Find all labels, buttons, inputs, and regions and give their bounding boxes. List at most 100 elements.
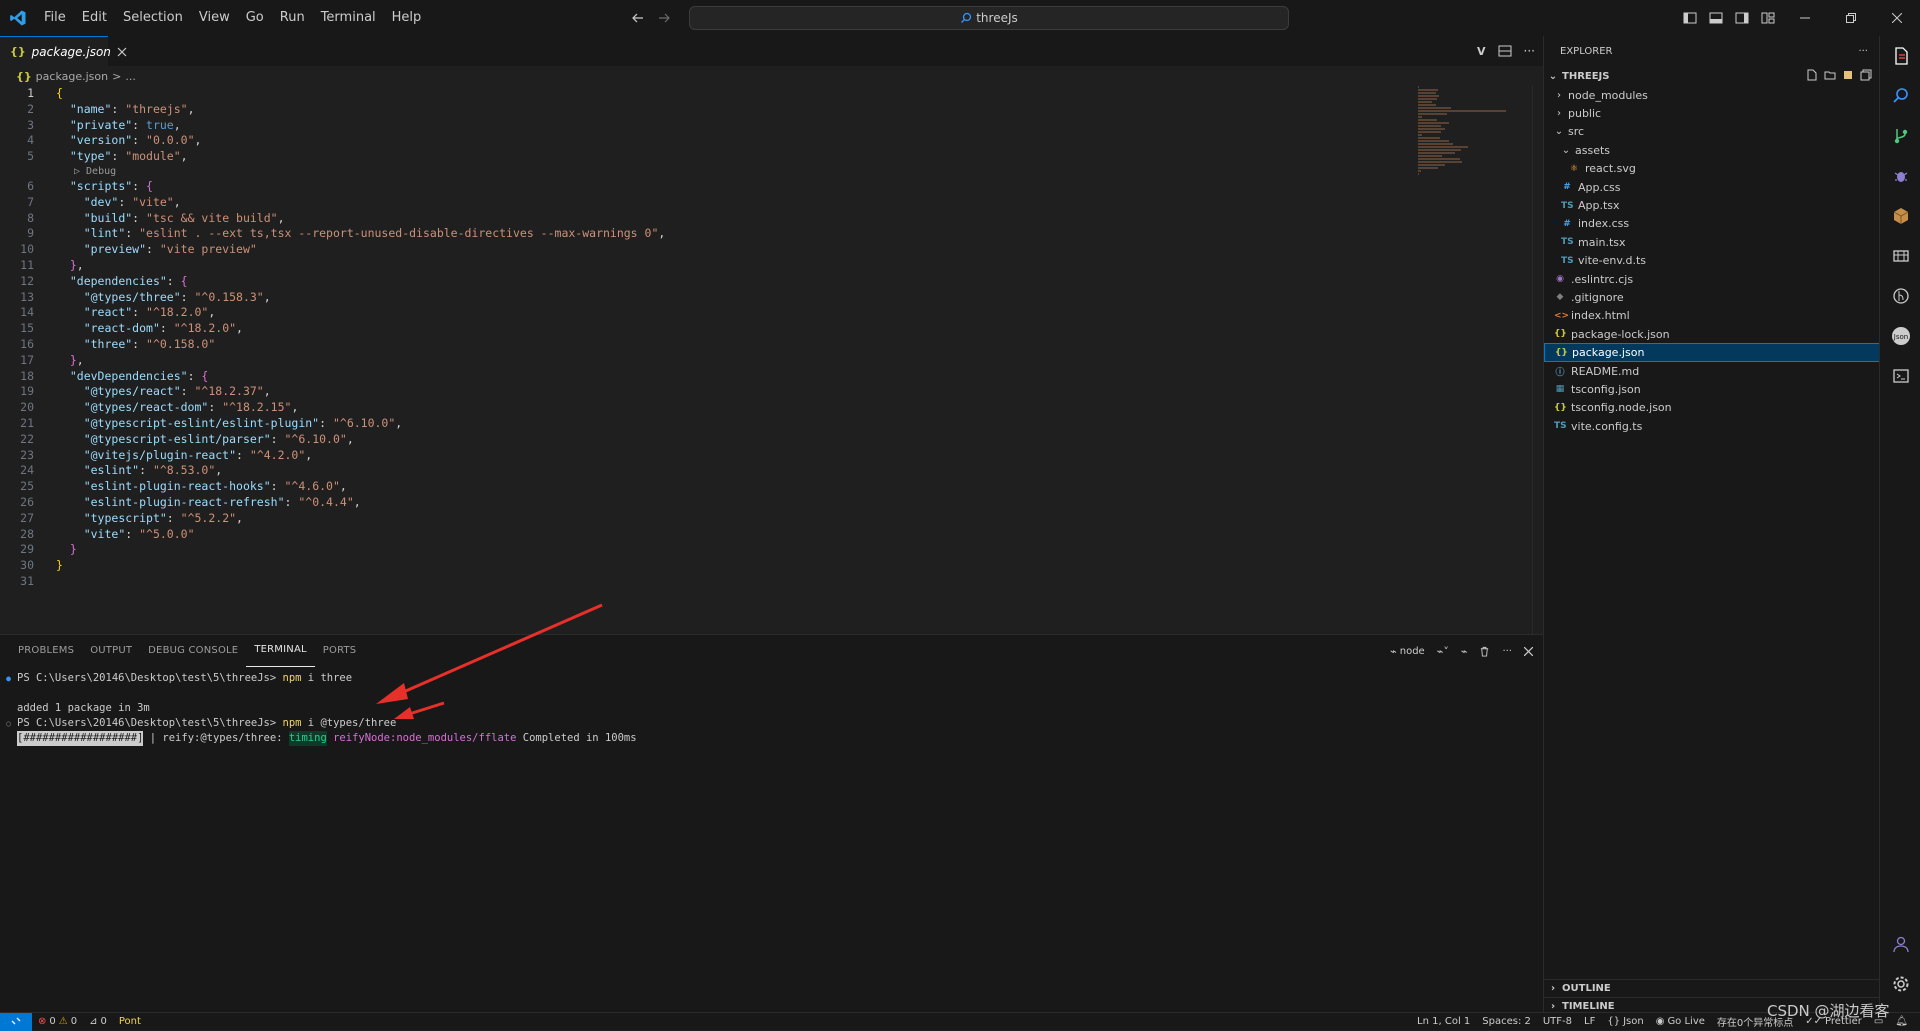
toggle-panel-icon[interactable] — [1708, 10, 1724, 26]
tab-package-json[interactable]: {} package.json — [0, 36, 127, 66]
tree-file[interactable]: ⓘ README.md — [1544, 362, 1880, 380]
search-icon[interactable] — [1880, 76, 1920, 116]
tab-output[interactable]: OUTPUT — [82, 635, 140, 667]
problems-status[interactable]: ⊗ 0 ⚠ 0 — [32, 1016, 83, 1027]
breadcrumb-file[interactable]: package.json — [36, 70, 108, 83]
arrow-right-icon[interactable] — [656, 10, 672, 26]
split-terminal-icon[interactable]: ⌁ — [1461, 645, 1468, 658]
tab-terminal[interactable]: TERMINAL — [246, 635, 315, 667]
trash-icon[interactable] — [1479, 646, 1490, 657]
account-icon[interactable] — [1880, 924, 1920, 964]
restore-icon[interactable] — [1828, 0, 1874, 36]
menu-file[interactable]: File — [36, 0, 74, 36]
notifications-bell-icon[interactable]: 🔔︎ — [1889, 1016, 1914, 1027]
indentation[interactable]: Spaces: 2 — [1476, 1016, 1537, 1027]
project-folder-threejs[interactable]: ⌄ THREEJS — [1544, 66, 1880, 86]
tab-debug-console[interactable]: DEBUG CONSOLE — [140, 635, 246, 667]
menu-terminal[interactable]: Terminal — [313, 0, 384, 36]
toggle-primary-sidebar-icon[interactable] — [1682, 10, 1698, 26]
tree-file[interactable]: {} package-lock.json — [1544, 325, 1880, 343]
end-of-line[interactable]: LF — [1578, 1016, 1601, 1027]
minimap-line — [1418, 149, 1461, 151]
more-actions-icon[interactable]: ··· — [1858, 46, 1868, 57]
close-panel-icon[interactable] — [1524, 646, 1533, 656]
ports-status[interactable]: ⊿ 0 — [83, 1016, 113, 1027]
menu-selection[interactable]: Selection — [115, 0, 191, 36]
code-editor[interactable]: 1{2 "name": "threejs", 3 "private": true,… — [0, 86, 1410, 590]
outline-label: OUTLINE — [1562, 983, 1611, 994]
command-center-search[interactable]: threeJs — [689, 6, 1289, 30]
tree-file[interactable]: # App.css — [1544, 178, 1880, 196]
tree-file[interactable]: ◉ .eslintrc.cjs — [1544, 270, 1880, 288]
code-line: 9 "lint": "eslint . --ext ts,tsx --repor… — [0, 226, 1410, 242]
breadcrumb-separator: > — [112, 69, 122, 83]
tree-file[interactable]: # index.css — [1544, 215, 1880, 233]
menu-go[interactable]: Go — [238, 0, 272, 36]
new-terminal-icon[interactable]: ⌁˅ — [1437, 645, 1449, 658]
menu-help[interactable]: Help — [384, 0, 430, 36]
more-actions-icon[interactable]: ··· — [1502, 646, 1512, 657]
split-editor-icon[interactable] — [1498, 44, 1512, 58]
customize-layout-icon[interactable] — [1760, 10, 1776, 26]
new-file-icon[interactable] — [1806, 69, 1818, 81]
settings-gear-icon[interactable] — [1880, 964, 1920, 1004]
tree-file[interactable]: TS main.tsx — [1544, 233, 1880, 251]
cursor-position[interactable]: Ln 1, Col 1 — [1411, 1016, 1476, 1027]
terminal-box-icon[interactable] — [1880, 356, 1920, 396]
terminal-selector[interactable]: ⌁ node — [1390, 645, 1425, 658]
tree-file[interactable]: {} tsconfig.node.json — [1544, 399, 1880, 417]
minimap[interactable] — [1418, 86, 1508, 186]
tree-file[interactable]: <> index.html — [1544, 307, 1880, 325]
explorer-files-icon[interactable] — [1880, 36, 1920, 76]
minimap-line — [1418, 143, 1453, 145]
line-number: 28 — [20, 526, 34, 541]
tree-folder[interactable]: ⌄ src — [1544, 123, 1880, 141]
minimize-icon[interactable] — [1782, 0, 1828, 36]
breadcrumb-more[interactable]: ... — [125, 70, 136, 83]
title-bar: File Edit Selection View Go Run Terminal… — [0, 0, 1920, 36]
menu-run[interactable]: Run — [272, 0, 313, 36]
code-line: 15 "react-dom": "^18.2.0", — [0, 321, 1410, 337]
collapse-all-icon[interactable] — [1860, 69, 1872, 81]
refresh-icon[interactable] — [1842, 69, 1854, 81]
tree-folder[interactable]: › public — [1544, 104, 1880, 122]
git-graph-icon[interactable] — [1880, 276, 1920, 316]
outline-section[interactable]: › OUTLINE — [1544, 979, 1880, 997]
remote-explorer-icon[interactable] — [1880, 236, 1920, 276]
tree-file[interactable]: TS vite.config.ts — [1544, 417, 1880, 435]
encoding[interactable]: UTF-8 — [1537, 1016, 1578, 1027]
tree-folder[interactable]: › node_modules — [1544, 86, 1880, 104]
arrow-left-icon[interactable] — [630, 10, 646, 26]
toggle-secondary-sidebar-icon[interactable] — [1734, 10, 1750, 26]
tree-file[interactable]: ⚛ react.svg — [1544, 160, 1880, 178]
source-control-icon[interactable] — [1880, 116, 1920, 156]
remote-indicator-icon[interactable] — [0, 1012, 32, 1031]
extensions-box-icon[interactable] — [1880, 196, 1920, 236]
run-debug-icon[interactable] — [1880, 156, 1920, 196]
tree-file[interactable]: TS vite-env.d.ts — [1544, 252, 1880, 270]
tree-file[interactable]: {} package.json — [1544, 343, 1880, 362]
tree-file[interactable]: ◆ .gitignore — [1544, 288, 1880, 306]
terminal-output[interactable]: ● PS C:\Users\20146\Desktop\test\5\three… — [0, 671, 1530, 746]
menu-view[interactable]: View — [191, 0, 238, 36]
debug-codelens[interactable]: ▷ Debug — [0, 165, 1410, 179]
language-mode[interactable]: {} Json — [1601, 1016, 1649, 1027]
editor-scrollbar[interactable] — [1532, 86, 1533, 634]
close-tab-icon[interactable] — [117, 47, 127, 57]
tab-problems[interactable]: PROBLEMS — [10, 635, 82, 667]
close-window-icon[interactable] — [1874, 0, 1920, 36]
tab-ports[interactable]: PORTS — [315, 635, 365, 667]
source-control-v-icon[interactable]: V — [1477, 45, 1486, 58]
tree-file[interactable]: ▦ tsconfig.json — [1544, 380, 1880, 398]
go-live-button[interactable]: ◉ Go Live — [1650, 1016, 1711, 1027]
ts-file-icon: TS — [1561, 237, 1574, 248]
more-actions-icon[interactable]: ··· — [1524, 44, 1535, 58]
new-folder-icon[interactable] — [1824, 69, 1836, 81]
tree-folder[interactable]: ⌄ assets — [1544, 141, 1880, 159]
json-tool-icon[interactable]: Json — [1880, 316, 1920, 356]
pont-status[interactable]: Pont — [113, 1016, 147, 1027]
json-icon: {} — [10, 45, 26, 58]
menu-edit[interactable]: Edit — [74, 0, 115, 36]
tree-file[interactable]: TS App.tsx — [1544, 196, 1880, 214]
terminal-prompt: PS C:\Users\20146\Desktop\test\5\threeJs… — [17, 672, 283, 684]
